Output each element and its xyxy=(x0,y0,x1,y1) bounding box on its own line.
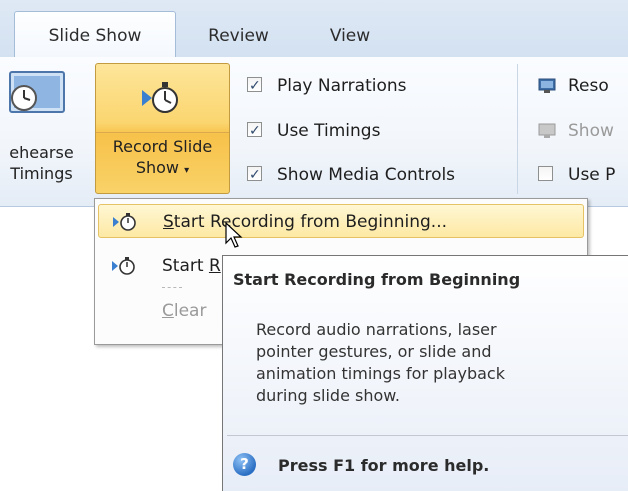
record-stopwatch-icon xyxy=(142,82,178,113)
accelerator-key: C xyxy=(162,301,174,321)
checkbox-label: Show Media Controls xyxy=(277,165,456,185)
rehearse-label-line1: ehearse xyxy=(9,143,74,162)
tooltip-help-text: Press F1 for more help. xyxy=(278,456,490,475)
tooltip-title: Start Recording from Beginning xyxy=(233,270,521,289)
record-label-line1: Record Slide xyxy=(112,137,213,156)
record-label-line2: Show xyxy=(135,158,180,177)
record-stopwatch-icon xyxy=(112,257,135,275)
ribbon-tab-bar: Slide Show Review View xyxy=(0,0,628,58)
tooltip-body-line: during slide show. xyxy=(256,386,400,405)
tooltip-body-line: animation timings for playback xyxy=(256,364,505,383)
help-icon: ? xyxy=(233,453,256,476)
checkbox-label: Play Narrations xyxy=(277,76,407,96)
tooltip-body-line: pointer gestures, or slide and xyxy=(256,342,492,361)
tooltip-divider xyxy=(227,435,628,436)
presenter-view-icon xyxy=(538,123,556,138)
menu-item-label: lear xyxy=(173,301,207,321)
checkbox-box[interactable] xyxy=(538,166,553,181)
show-presenter-label: Show xyxy=(568,121,614,141)
checkbox-label: Use Timings xyxy=(277,121,381,141)
resolution-label: Reso xyxy=(568,76,609,96)
rehearse-label-line2: Timings xyxy=(10,164,73,183)
accelerator-key: R xyxy=(208,256,221,276)
accelerator-key: S xyxy=(163,212,174,232)
checkbox-box[interactable] xyxy=(247,162,262,188)
tab-slide-show[interactable]: Slide Show xyxy=(14,11,176,58)
rehearse-timings-button[interactable]: ehearse Timings xyxy=(0,62,93,194)
checkbox-box[interactable] xyxy=(247,73,262,99)
mouse-cursor-icon xyxy=(225,222,243,248)
super-tooltip: Start Recording from Beginning Record au… xyxy=(222,255,628,491)
checkbox-label: Use P xyxy=(568,165,616,185)
menu-item-label: tart Recording from Beginning... xyxy=(173,212,448,232)
group-divider xyxy=(517,64,518,194)
menu-item-label: Start xyxy=(162,256,209,276)
record-slide-show-button[interactable]: Record Slide Show ▾ xyxy=(95,63,230,194)
rehearse-timings-icon xyxy=(9,71,65,113)
checkbox-box[interactable] xyxy=(247,118,262,144)
tab-view[interactable]: View xyxy=(310,18,390,56)
record-stopwatch-icon xyxy=(113,213,136,231)
tooltip-body: Record audio narrations, laser pointer g… xyxy=(256,319,576,407)
tab-review[interactable]: Review xyxy=(186,18,291,56)
monitor-icon xyxy=(538,78,556,93)
tooltip-body-line: Record audio narrations, laser xyxy=(256,320,497,339)
menu-separator xyxy=(162,287,182,288)
menu-item-start-from-beginning[interactable]: Start Recording from Beginning... xyxy=(98,204,584,238)
dropdown-arrow-icon: ▾ xyxy=(184,165,190,176)
